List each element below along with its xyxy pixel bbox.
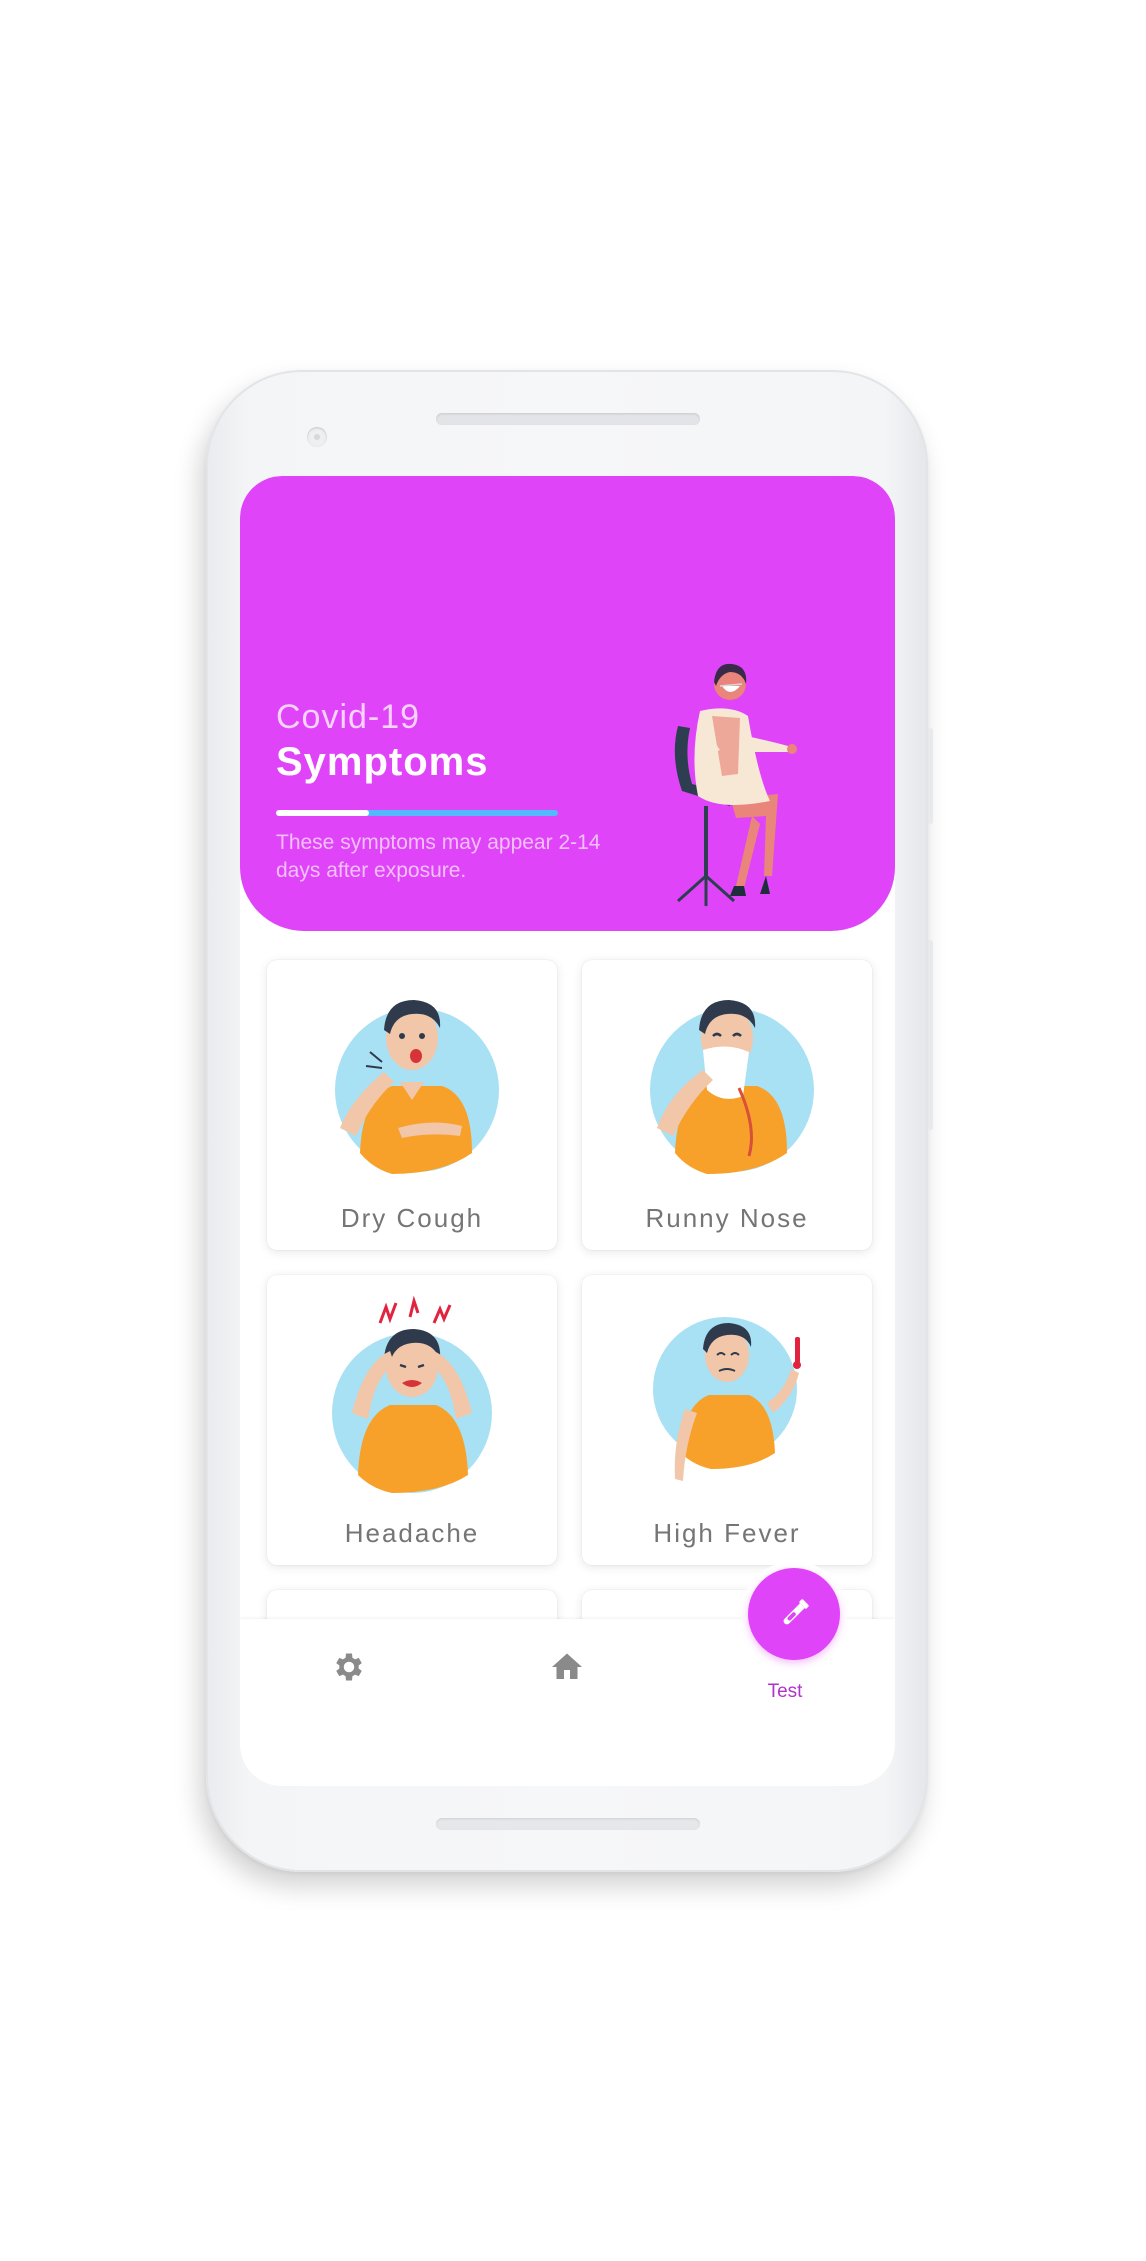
phone-camera — [307, 427, 327, 447]
phone-power-button — [928, 728, 933, 824]
gear-icon — [336, 1653, 362, 1681]
symptom-label: High Fever — [653, 1518, 801, 1548]
test-tube-icon — [783, 1599, 809, 1625]
hero-description: These symptoms may appear 2-14 days afte… — [276, 831, 601, 882]
app-screen: Covid-19 Symptoms These symptoms may app… — [240, 476, 895, 1786]
doctor-illustration — [674, 663, 797, 906]
runny-nose-illustration — [650, 1000, 814, 1174]
headache-illustration — [332, 1295, 492, 1493]
symptom-card-dry-cough[interactable]: Dry Cough — [267, 960, 557, 1250]
symptom-label: Dry Cough — [340, 1203, 484, 1233]
home-icon — [552, 1653, 582, 1679]
hero-title: Symptoms — [276, 740, 489, 784]
phone-chin — [436, 1818, 700, 1830]
symptom-label: Headache — [344, 1518, 480, 1548]
hero-banner: Covid-19 Symptoms These symptoms may app… — [240, 476, 895, 931]
nav-test-label: Test — [767, 1681, 803, 1702]
hero-progress-bar — [276, 810, 558, 816]
nav-settings[interactable] — [240, 1619, 458, 1786]
hero-subtitle: Covid-19 — [276, 698, 421, 736]
nav-home[interactable] — [458, 1619, 676, 1786]
hero-progress-fill — [276, 810, 370, 816]
symptom-card-headache[interactable]: Headache — [267, 1275, 557, 1565]
high-fever-illustration — [653, 1317, 801, 1481]
symptom-card-runny-nose[interactable]: Runny Nose — [582, 960, 872, 1250]
bottom-navigation: Test — [240, 1561, 895, 1786]
dry-cough-illustration — [335, 1000, 499, 1174]
symptom-label: Runny Nose — [645, 1203, 809, 1233]
phone-speaker — [436, 413, 700, 425]
phone-volume-button — [928, 940, 933, 1130]
symptom-card-high-fever[interactable]: High Fever — [582, 1275, 872, 1565]
test-fab-button[interactable] — [748, 1568, 840, 1660]
nav-test[interactable]: Test — [676, 1561, 894, 1786]
